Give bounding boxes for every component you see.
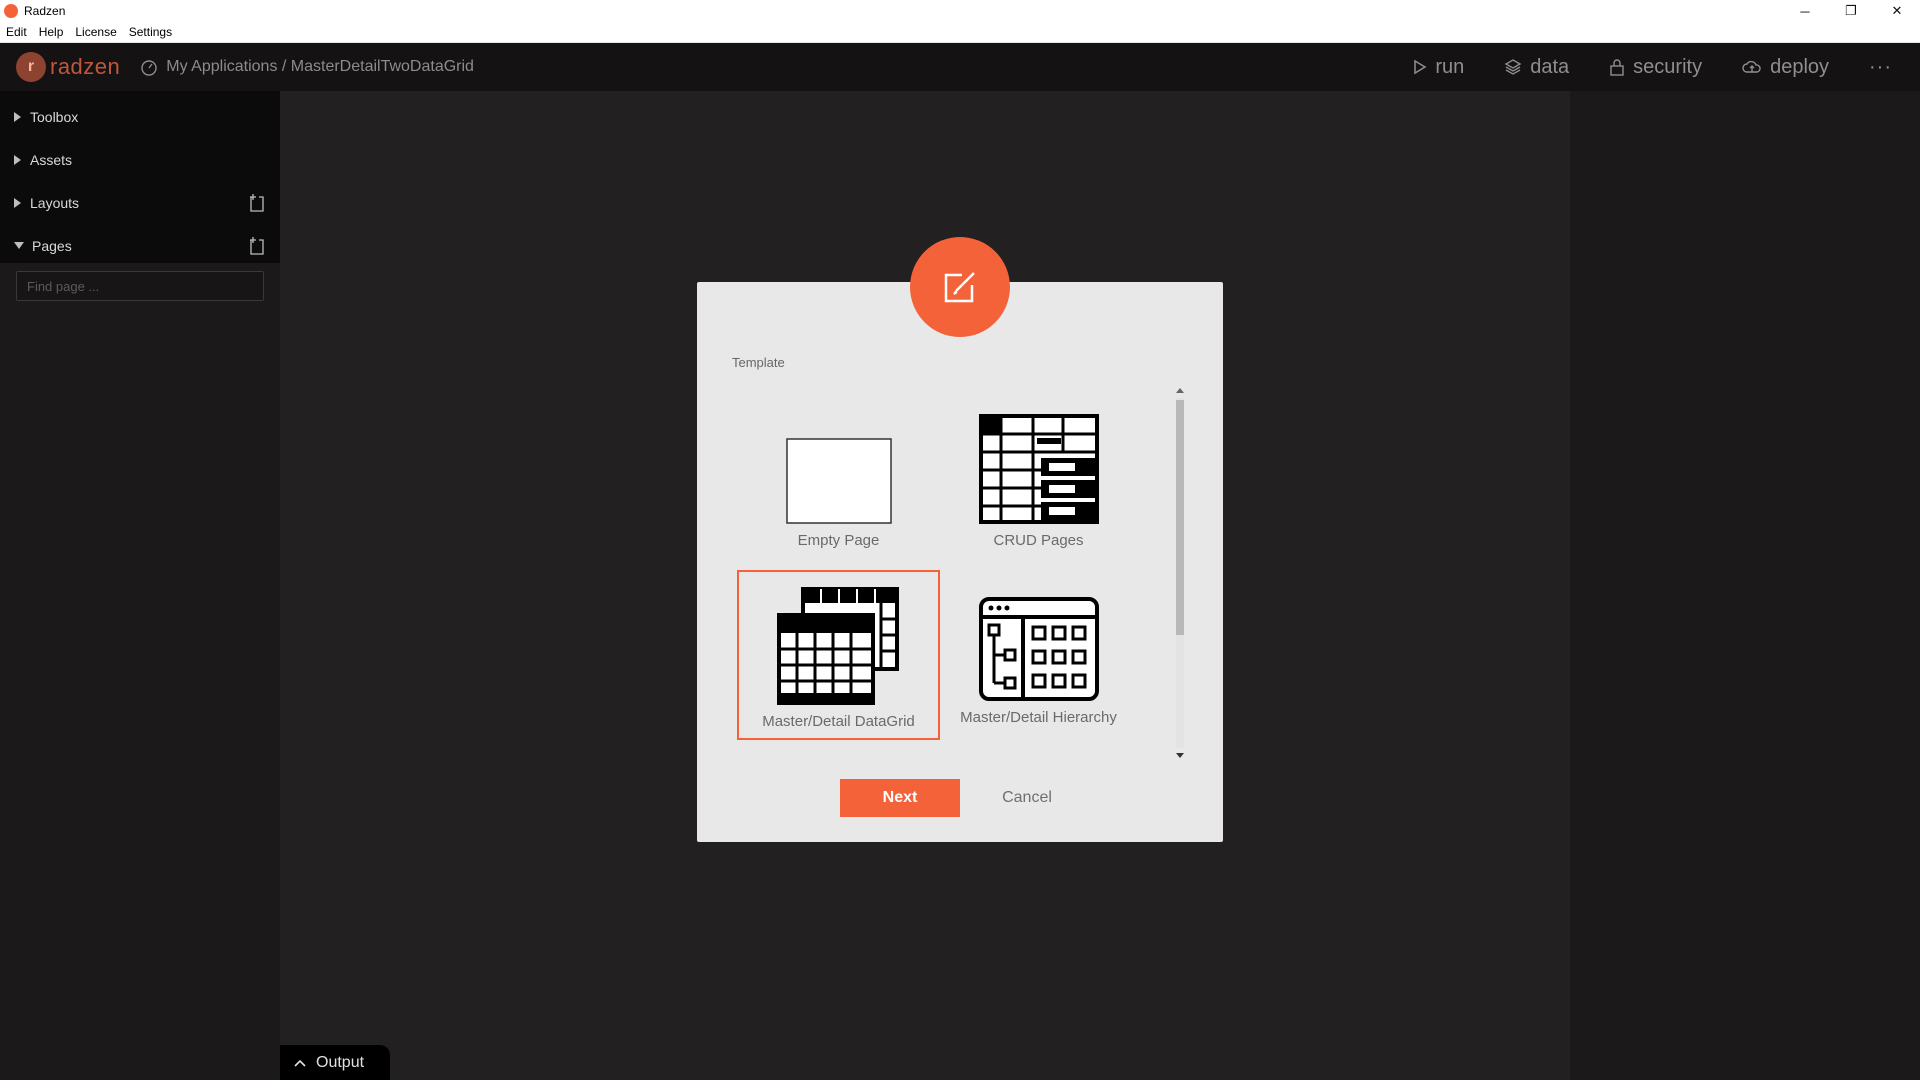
master-detail-hierarchy-icon	[978, 597, 1099, 701]
scroll-down-arrow-icon[interactable]	[1176, 753, 1184, 758]
window-controls: ─ ❐ ✕	[1782, 0, 1920, 22]
cancel-button[interactable]: Cancel	[977, 779, 1077, 817]
sidebar-item-pages[interactable]: Pages	[0, 224, 280, 267]
play-icon	[1414, 59, 1427, 75]
template-empty-page[interactable]: Empty Page	[737, 387, 940, 557]
breadcrumb-text: My Applications / MasterDetailTwoDataGri…	[166, 58, 474, 75]
close-button[interactable]: ✕	[1874, 0, 1920, 22]
window-titlebar: Radzen ─ ❐ ✕	[0, 0, 1920, 22]
security-button[interactable]: security	[1609, 56, 1702, 79]
menu-help[interactable]: Help	[39, 25, 64, 39]
lock-icon	[1610, 59, 1624, 76]
sidebar-item-label: Assets	[30, 151, 73, 168]
menu-license[interactable]: License	[75, 25, 116, 39]
sidebar-sections: Toolbox Assets Layouts Pages	[0, 91, 280, 263]
security-label: security	[1633, 55, 1703, 78]
find-page-input[interactable]	[16, 271, 264, 301]
breadcrumb[interactable]: My Applications / MasterDetailTwoDataGri…	[140, 58, 474, 76]
master-detail-datagrid-icon	[776, 587, 899, 705]
collapse-arrow-icon	[14, 242, 24, 249]
menu-edit[interactable]: Edit	[6, 25, 27, 39]
expand-arrow-icon	[14, 154, 21, 165]
output-panel-tab[interactable]: Output	[280, 1045, 390, 1080]
sidebar-item-assets[interactable]: Assets	[0, 138, 280, 181]
template-label: CRUD Pages	[993, 532, 1084, 549]
sidebar-item-label: Toolbox	[30, 108, 79, 125]
expand-arrow-icon	[14, 111, 21, 122]
add-page-icon[interactable]	[248, 236, 266, 256]
dashboard-icon	[141, 60, 157, 76]
menu-bar: Edit Help License Settings	[0, 22, 1920, 43]
add-layout-icon[interactable]	[248, 193, 266, 213]
top-nav: run data security deploy ···	[1413, 43, 1920, 91]
data-label: data	[1530, 55, 1570, 78]
menu-settings[interactable]: Settings	[129, 25, 172, 39]
logo-text: radzen	[50, 54, 121, 79]
radzen-logo[interactable]: r radzen	[16, 52, 120, 82]
restore-button[interactable]: ❐	[1828, 0, 1874, 22]
template-master-detail-datagrid[interactable]: Master/Detail DataGrid	[737, 570, 940, 740]
template-label: Master/Detail DataGrid	[762, 713, 915, 730]
sidebar: Toolbox Assets Layouts Pages	[0, 91, 280, 1080]
cloud-upload-icon	[1742, 60, 1761, 73]
template-scrollbar[interactable]	[1173, 386, 1187, 760]
scroll-up-arrow-icon[interactable]	[1176, 388, 1184, 393]
minimize-button[interactable]: ─	[1782, 0, 1828, 22]
chevron-up-icon	[294, 1059, 306, 1067]
crud-grid-icon	[978, 414, 1099, 524]
output-tab-label: Output	[316, 1053, 365, 1071]
next-button[interactable]: Next	[840, 779, 960, 817]
right-panel	[1570, 91, 1920, 1080]
sidebar-item-layouts[interactable]: Layouts	[0, 181, 280, 224]
template-label: Master/Detail Hierarchy	[960, 709, 1117, 726]
layers-icon	[1504, 59, 1522, 75]
new-page-dialog: Template Empty Page CRUD Pages Master/De…	[697, 282, 1223, 842]
sidebar-item-label: Layouts	[30, 194, 80, 211]
radzen-app-icon	[4, 4, 18, 18]
edit-page-icon	[910, 237, 1010, 337]
template-master-detail-hierarchy[interactable]: Master/Detail Hierarchy	[937, 570, 1140, 740]
template-list: Empty Page CRUD Pages Master/Detail Data…	[737, 387, 1142, 762]
template-label: Empty Page	[797, 532, 880, 549]
run-label: run	[1435, 55, 1465, 78]
scrollbar-thumb[interactable]	[1176, 400, 1184, 635]
app-header: r radzen My Applications / MasterDetailT…	[0, 43, 1920, 91]
template-crud-pages[interactable]: CRUD Pages	[937, 387, 1140, 557]
deploy-button[interactable]: deploy	[1742, 56, 1829, 79]
data-button[interactable]: data	[1504, 56, 1569, 79]
run-button[interactable]: run	[1413, 56, 1464, 79]
deploy-label: deploy	[1770, 55, 1830, 78]
expand-arrow-icon	[14, 197, 21, 208]
radzen-logo-icon: r	[16, 52, 46, 82]
template-section-label: Template	[732, 355, 785, 370]
window-title: Radzen	[24, 4, 66, 18]
sidebar-item-toolbox[interactable]: Toolbox	[0, 95, 280, 138]
more-menu-button[interactable]: ···	[1869, 56, 1892, 79]
sidebar-item-label: Pages	[32, 237, 72, 254]
empty-page-icon	[785, 438, 892, 524]
